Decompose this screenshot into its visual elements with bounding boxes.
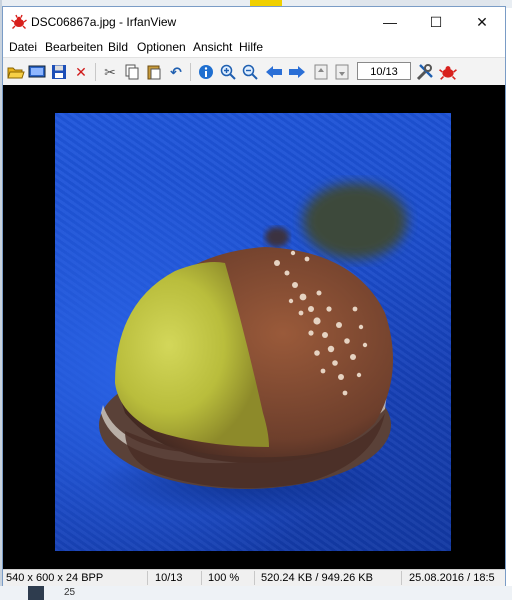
menu-datei[interactable]: Datei	[9, 37, 37, 57]
delete-icon[interactable]: ✕	[72, 63, 90, 81]
status-index: 10/13	[155, 572, 183, 584]
menu-hilfe[interactable]: Hilfe	[239, 37, 263, 57]
status-divider	[254, 571, 255, 585]
undo-icon[interactable]: ↶	[167, 63, 185, 81]
menu-ansicht[interactable]: Ansicht	[193, 37, 232, 57]
irfanview-app-icon	[11, 14, 27, 29]
copy-icon[interactable]	[123, 63, 141, 81]
open-folder-icon[interactable]	[7, 63, 25, 81]
image-viewer[interactable]	[3, 85, 505, 569]
info-icon[interactable]	[197, 63, 215, 81]
previous-icon[interactable]	[265, 63, 283, 81]
menu-optionen[interactable]: Optionen	[137, 37, 186, 57]
status-divider	[201, 571, 202, 585]
irfanview-logo-icon[interactable]	[439, 63, 457, 81]
status-bar: 540 x 600 x 24 BPP 10/13 100 % 520.24 KB…	[3, 569, 505, 586]
paste-icon[interactable]	[145, 63, 163, 81]
status-dimensions: 540 x 600 x 24 BPP	[6, 572, 104, 584]
page-number-field[interactable]: 10/13	[357, 62, 411, 80]
status-datetime: 25.08.2016 / 18:5	[409, 572, 495, 584]
cut-icon[interactable]: ✂	[101, 63, 119, 81]
next-icon[interactable]	[288, 63, 306, 81]
title-bar[interactable]: DSC06867a.jpg - IrfanView — ☐ ✕	[3, 7, 505, 37]
menu-bild[interactable]: Bild	[108, 37, 128, 57]
menu-bar: Datei Bearbeiten Bild Optionen Ansicht H…	[3, 37, 505, 57]
desktop-thumbnail	[28, 586, 44, 600]
desktop-number-label: 25	[64, 587, 76, 598]
save-icon[interactable]	[50, 63, 68, 81]
toolbar-separator	[190, 63, 191, 81]
zoom-out-icon[interactable]	[241, 63, 259, 81]
menu-bearbeiten[interactable]: Bearbeiten	[45, 37, 103, 57]
close-button[interactable]: ✕	[459, 7, 505, 37]
maximize-button[interactable]: ☐	[413, 7, 459, 37]
status-divider	[401, 571, 402, 585]
irfanview-window: DSC06867a.jpg - IrfanView — ☐ ✕ Datei Be…	[2, 6, 506, 586]
window-title: DSC06867a.jpg - IrfanView	[31, 15, 177, 29]
minimize-button[interactable]: —	[367, 7, 413, 37]
slideshow-icon[interactable]	[28, 63, 46, 81]
chestnut-photo	[95, 183, 407, 517]
status-divider	[147, 571, 148, 585]
status-filesize: 520.24 KB / 949.26 KB	[261, 572, 373, 584]
zoom-in-icon[interactable]	[219, 63, 237, 81]
displayed-image	[55, 113, 451, 551]
toolbar: ✕ ✂ ↶ 10/13	[3, 57, 505, 87]
toolbar-separator	[95, 63, 96, 81]
first-page-icon[interactable]	[312, 63, 330, 81]
settings-icon[interactable]	[416, 63, 434, 81]
last-page-icon[interactable]	[333, 63, 351, 81]
status-zoom: 100 %	[208, 572, 240, 584]
desktop-background-bottom: 25	[0, 586, 512, 600]
